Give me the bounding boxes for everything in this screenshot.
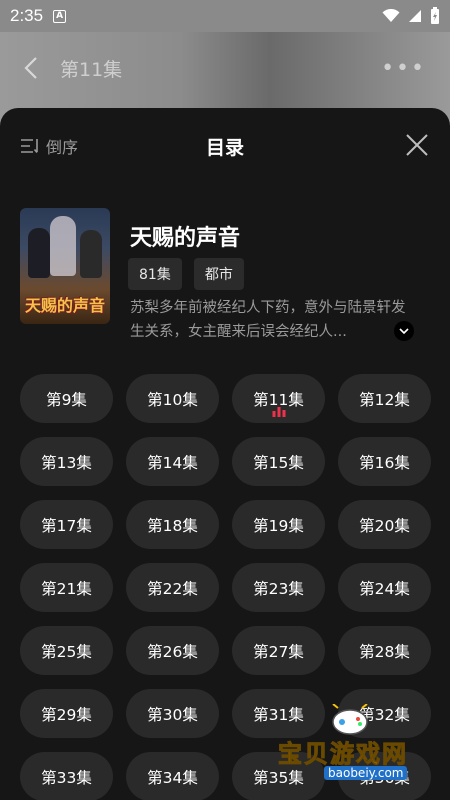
episode-button[interactable]: 第33集	[20, 752, 113, 800]
status-time: 2:35	[10, 6, 44, 25]
sort-label: 倒序	[46, 138, 79, 157]
episode-label: 第22集	[147, 579, 198, 598]
poster-figure	[50, 216, 76, 276]
episode-label: 第14集	[147, 453, 198, 472]
episode-label: 第27集	[253, 642, 304, 661]
episode-label: 第19集	[253, 516, 304, 535]
episode-label: 第9集	[46, 390, 87, 409]
more-icon[interactable]: •••	[381, 56, 426, 81]
episode-label: 第26集	[147, 642, 198, 661]
episode-button[interactable]: 第28集	[338, 626, 431, 675]
back-arrow-icon	[24, 57, 37, 79]
panel-header: 倒序 目录	[0, 108, 450, 184]
signal-icon	[409, 10, 421, 22]
episode-label: 第24集	[359, 579, 410, 598]
expand-button[interactable]	[394, 321, 414, 341]
sort-button[interactable]: 倒序	[20, 134, 78, 158]
episode-button[interactable]: 第23集	[232, 563, 325, 612]
episode-button[interactable]: 第10集	[126, 374, 219, 423]
episode-button[interactable]: 第15集	[232, 437, 325, 486]
episode-button[interactable]: 第22集	[126, 563, 219, 612]
episode-count-tag: 81集	[128, 258, 182, 290]
episode-label: 第23集	[253, 579, 304, 598]
drama-description: 苏梨多年前被经纪人下药，意外与陆景轩发生关系，女主醒来后误会经纪人...	[130, 300, 406, 340]
episode-label: 第30集	[147, 705, 198, 724]
episode-label: 第28集	[359, 642, 410, 661]
sort-icon	[21, 139, 38, 154]
episode-label: 第34集	[147, 768, 198, 787]
episode-button[interactable]: 第34集	[126, 752, 219, 800]
episode-button[interactable]: 第21集	[20, 563, 113, 612]
episode-label: 第21集	[41, 579, 92, 598]
genre-tag[interactable]: 都市	[193, 258, 244, 290]
drama-title: 天赐的声音	[130, 226, 241, 251]
episode-button[interactable]: 第17集	[20, 500, 113, 549]
episode-label: 第16集	[359, 453, 410, 472]
panel-title: 目录	[205, 136, 244, 159]
gamepad-icon	[332, 704, 368, 735]
episode-label: 第12集	[359, 390, 410, 409]
episode-button[interactable]: 第14集	[126, 437, 219, 486]
drama-poster[interactable]: 天赐的声音	[20, 208, 110, 324]
wifi-icon	[382, 9, 400, 22]
episode-label: 第13集	[41, 453, 92, 472]
watermark: 宝贝游戏网 baobeiy.com	[272, 700, 450, 800]
catalog-panel: 倒序 目录 天赐的声音 天赐的声音 81集 都市 苏梨多年前被经纪人下药，意外与…	[0, 108, 450, 800]
back-button[interactable]	[24, 48, 44, 88]
drama-tags: 81集 都市	[128, 258, 244, 290]
episode-label: 第17集	[41, 516, 92, 535]
episode-button[interactable]: 第9集	[20, 374, 113, 423]
episode-button[interactable]: 第25集	[20, 626, 113, 675]
close-icon[interactable]	[404, 132, 430, 158]
current-episode-title: 第11集	[60, 58, 123, 81]
episode-button[interactable]: 第13集	[20, 437, 113, 486]
episode-label: 第29集	[41, 705, 92, 724]
battery-icon	[431, 7, 439, 24]
notification-icon: A	[53, 9, 67, 23]
episode-label: 第18集	[147, 516, 198, 535]
episode-label: 第25集	[41, 642, 92, 661]
episode-label: 第20集	[359, 516, 410, 535]
episode-button[interactable]: 第27集	[232, 626, 325, 675]
poster-figure	[28, 228, 50, 278]
episode-label: 第33集	[41, 768, 92, 787]
episode-button[interactable]: 第29集	[20, 689, 113, 738]
drama-info: 天赐的声音 天赐的声音 81集 都市 苏梨多年前被经纪人下药，意外与陆景轩发生关…	[20, 208, 430, 341]
status-icons	[382, 7, 440, 25]
top-nav: 第11集 •••	[0, 48, 450, 88]
episode-label: 第15集	[253, 453, 304, 472]
episode-button[interactable]: 第24集	[338, 563, 431, 612]
playing-indicator-icon	[272, 407, 285, 417]
episode-button[interactable]: 第12集	[338, 374, 431, 423]
episode-button[interactable]: 第18集	[126, 500, 219, 549]
episode-label: 第10集	[147, 390, 198, 409]
episode-button[interactable]: 第16集	[338, 437, 431, 486]
episode-button[interactable]: 第19集	[232, 500, 325, 549]
episode-button[interactable]: 第30集	[126, 689, 219, 738]
poster-figure	[80, 230, 102, 278]
watermark-text: 宝贝游戏网	[278, 740, 408, 769]
chevron-down-icon	[399, 327, 409, 334]
poster-title: 天赐的声音	[24, 296, 105, 315]
episode-button[interactable]: 第20集	[338, 500, 431, 549]
episode-button[interactable]: 第26集	[126, 626, 219, 675]
watermark-url: baobeiy.com	[324, 766, 408, 780]
episode-button[interactable]: 第11集	[232, 374, 325, 423]
status-bar: 2:35 A	[0, 0, 450, 32]
